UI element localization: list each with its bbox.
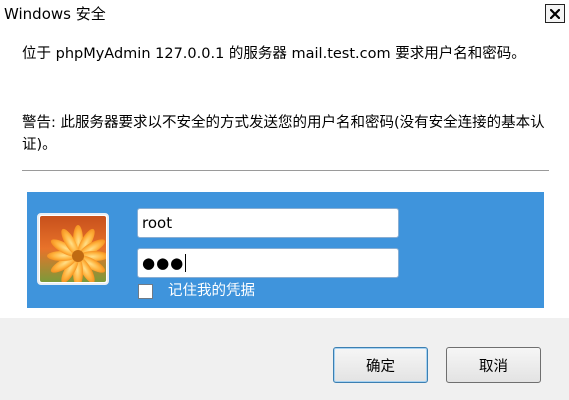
window-title: Windows 安全: [4, 5, 106, 23]
close-button[interactable]: [545, 4, 565, 23]
cancel-button[interactable]: 取消: [446, 347, 541, 383]
remember-checkbox[interactable]: [138, 283, 153, 299]
divider: [22, 170, 549, 171]
username-field[interactable]: root: [137, 208, 399, 238]
password-field[interactable]: ●●●: [137, 248, 399, 278]
remember-label: 记住我的凭据: [168, 283, 255, 299]
cancel-button-label: 取消: [479, 358, 508, 375]
password-masked-value: ●●●: [142, 254, 185, 272]
ok-button[interactable]: 确定: [333, 347, 428, 383]
remember-credentials[interactable]: 记住我的凭据: [138, 282, 255, 300]
security-warning-message: 警告: 此服务器要求以不安全的方式发送您的用户名和密码(没有安全连接的基本认证)…: [22, 115, 545, 153]
dialog-footer: 确定 取消: [0, 318, 569, 400]
title-bar: Windows 安全: [0, 0, 569, 28]
username-value: root: [142, 214, 173, 232]
user-avatar-flower-icon: [40, 216, 106, 282]
auth-request-message: 位于 phpMyAdmin 127.0.0.1 的服务器 mail.test.c…: [22, 46, 526, 62]
ok-button-label: 确定: [366, 358, 395, 375]
dialog-body: 位于 phpMyAdmin 127.0.0.1 的服务器 mail.test.c…: [0, 28, 569, 318]
credential-dialog: Windows 安全 位于 phpMyAdmin 127.0.0.1 的服务器 …: [0, 0, 569, 400]
text-caret: [185, 254, 187, 272]
credential-panel: root ●●● 记住我的凭据: [27, 192, 544, 308]
avatar: [37, 213, 109, 285]
close-icon: [550, 8, 560, 19]
